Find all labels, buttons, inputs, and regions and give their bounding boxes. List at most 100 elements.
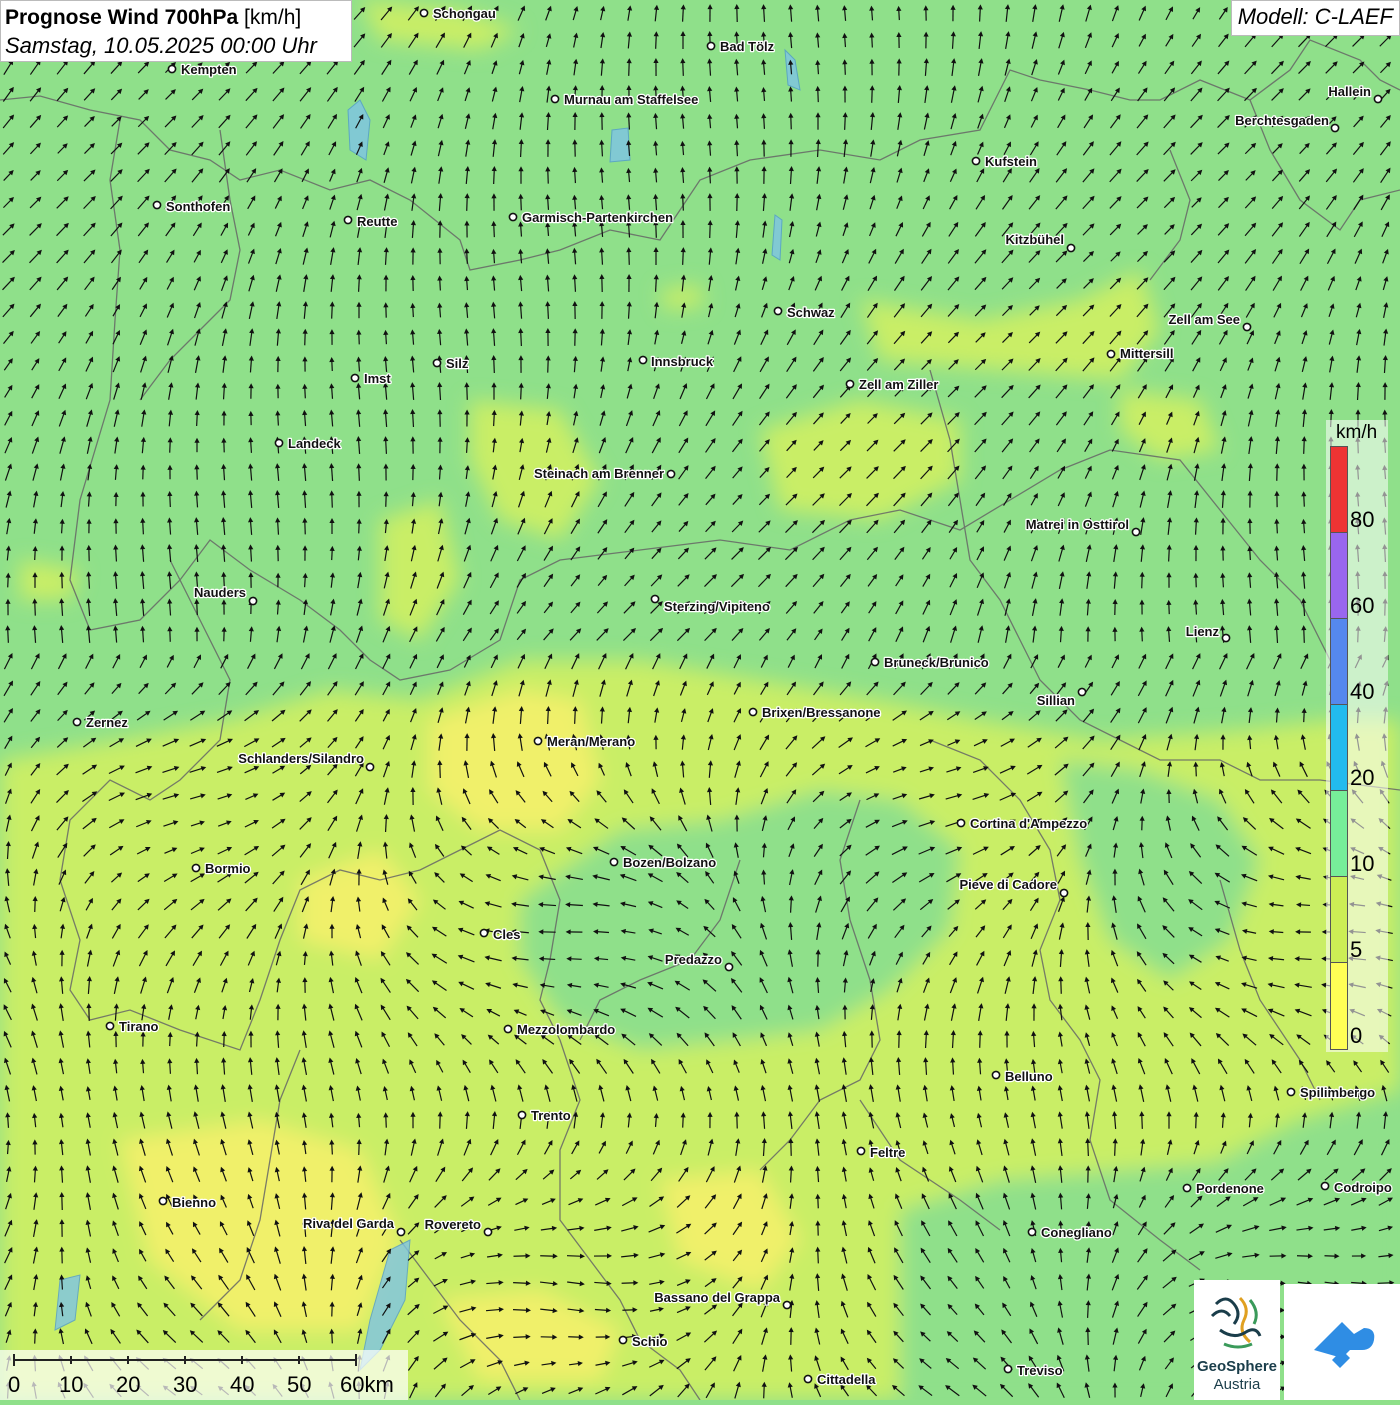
city-dot: [1078, 688, 1085, 695]
city-label: Schongau: [433, 6, 496, 21]
city-dot: [804, 1375, 811, 1382]
city-dot: [846, 380, 853, 387]
city-dot: [619, 1336, 626, 1343]
legend-label-5: 5: [1350, 937, 1362, 963]
legend-label-80: 80: [1350, 507, 1374, 533]
city-dot: [534, 737, 541, 744]
city-label: Bad Tölz: [720, 39, 775, 54]
city-dot: [725, 963, 732, 970]
city-dot: [344, 216, 351, 223]
city-label: Lienz: [1186, 624, 1220, 639]
map-title-main: Prognose Wind 700hPa: [5, 6, 238, 29]
scale-label-40: 40: [230, 1372, 254, 1398]
city-marker: Mezzolombardo: [504, 1022, 615, 1037]
city-label: Schlanders/Silandro: [238, 751, 364, 766]
city-label: Rovereto: [425, 1217, 481, 1232]
city-dot: [774, 307, 781, 314]
city-dot: [651, 595, 658, 602]
city-label: Bienno: [172, 1195, 216, 1210]
city-label: Pieve di Cadore: [959, 877, 1057, 892]
scale-label-0: 0: [8, 1372, 20, 1398]
city-dot: [106, 1022, 113, 1029]
city-dot: [153, 201, 160, 208]
city-label: Schwaz: [787, 305, 835, 320]
city-dot: [504, 1025, 511, 1032]
scale-bar: 0 10 20 30 40 50 60km: [0, 1350, 408, 1400]
logo-name: GeoSphere: [1194, 1358, 1280, 1375]
city-label: Tirano: [119, 1019, 159, 1034]
city-marker: Conegliano: [1028, 1225, 1111, 1240]
city-dot: [509, 213, 516, 220]
city-dot: [1222, 634, 1229, 641]
city-dot: [551, 95, 558, 102]
geosphere-logo[interactable]: GeoSphere Austria: [1194, 1280, 1280, 1400]
city-label: Riva del Garda: [303, 1216, 395, 1231]
city-dot: [275, 439, 282, 446]
legend-seg-5-10: [1330, 876, 1348, 963]
city-dot: [366, 763, 373, 770]
city-label: Berchtesgaden: [1235, 113, 1329, 128]
city-dot: [957, 819, 964, 826]
city-dot: [484, 1228, 491, 1235]
city-label: Matrei in Osttirol: [1026, 517, 1129, 532]
city-dot: [1331, 124, 1338, 131]
city-marker: Cortina d'Ampezzo: [957, 816, 1087, 831]
city-label: Sillian: [1037, 693, 1075, 708]
city-label: Innsbruck: [651, 354, 714, 369]
city-dot: [857, 1147, 864, 1154]
city-label: Feltre: [870, 1145, 905, 1160]
city-label: Meran/Merano: [547, 734, 635, 749]
city-dot: [192, 864, 199, 871]
city-marker: Steinach am Brenner: [534, 466, 675, 481]
city-label: Cittadella: [817, 1372, 876, 1387]
city-marker: Bruneck/Brunico: [871, 655, 988, 670]
city-label: Zell am Ziller: [859, 377, 938, 392]
city-dot: [420, 9, 427, 16]
city-marker: Sterzing/Vipiteno: [651, 595, 770, 614]
city-label: Schio: [632, 1334, 667, 1349]
city-marker: Meran/Merano: [534, 734, 635, 749]
city-dot: [397, 1228, 404, 1235]
legend-seg-60-80: [1330, 532, 1348, 619]
city-label: Bozen/Bolzano: [623, 855, 716, 870]
city-label: Nauders: [194, 585, 246, 600]
city-label: Reutte: [357, 214, 397, 229]
legend-unit: km/h: [1336, 422, 1377, 444]
city-label: Kufstein: [985, 154, 1037, 169]
forecast-datetime: Samstag, 10.05.2025 00:00 Uhr: [5, 32, 347, 60]
city-label: Sonthofen: [166, 199, 230, 214]
logo-country: Austria: [1194, 1376, 1280, 1393]
city-label: Belluno: [1005, 1069, 1053, 1084]
scale-label-50: 50: [287, 1372, 311, 1398]
city-dot: [1067, 244, 1074, 251]
legend-seg-10-20: [1330, 790, 1348, 877]
city-label: Zell am See: [1168, 312, 1240, 327]
city-label: Codroipo: [1334, 1180, 1392, 1195]
legend-seg-40-60: [1330, 618, 1348, 705]
city-label: Cortina d'Ampezzo: [970, 816, 1087, 831]
app-logo[interactable]: [1284, 1284, 1400, 1400]
city-marker: Bozen/Bolzano: [610, 855, 716, 870]
city-label: Bruneck/Brunico: [884, 655, 989, 670]
city-dot: [871, 658, 878, 665]
city-label: Kitzbühel: [1006, 232, 1065, 247]
map-title: Prognose Wind 700hPa [km/h]: [5, 4, 347, 32]
city-marker: Innsbruck: [639, 354, 713, 369]
scale-label-20: 20: [116, 1372, 140, 1398]
city-label: Landeck: [288, 436, 342, 451]
city-marker: Brixen/Bressanone: [749, 705, 880, 720]
wind-map: SchongauBad TölzKemptenMurnau am Staffel…: [0, 0, 1400, 1400]
city-label: Mezzolombardo: [517, 1022, 615, 1037]
city-label: Cles: [493, 927, 520, 942]
city-dot: [1374, 95, 1381, 102]
city-label: Sterzing/Vipiteno: [664, 599, 770, 614]
legend-label-10: 10: [1350, 851, 1374, 877]
city-label: Zernez: [86, 715, 128, 730]
city-dot: [351, 374, 358, 381]
city-label: Predazzo: [665, 952, 722, 967]
city-dot: [518, 1111, 525, 1118]
scale-label-10: 10: [59, 1372, 83, 1398]
city-label: Bormio: [205, 861, 251, 876]
city-dot: [1004, 1365, 1011, 1372]
city-dot: [1028, 1228, 1035, 1235]
